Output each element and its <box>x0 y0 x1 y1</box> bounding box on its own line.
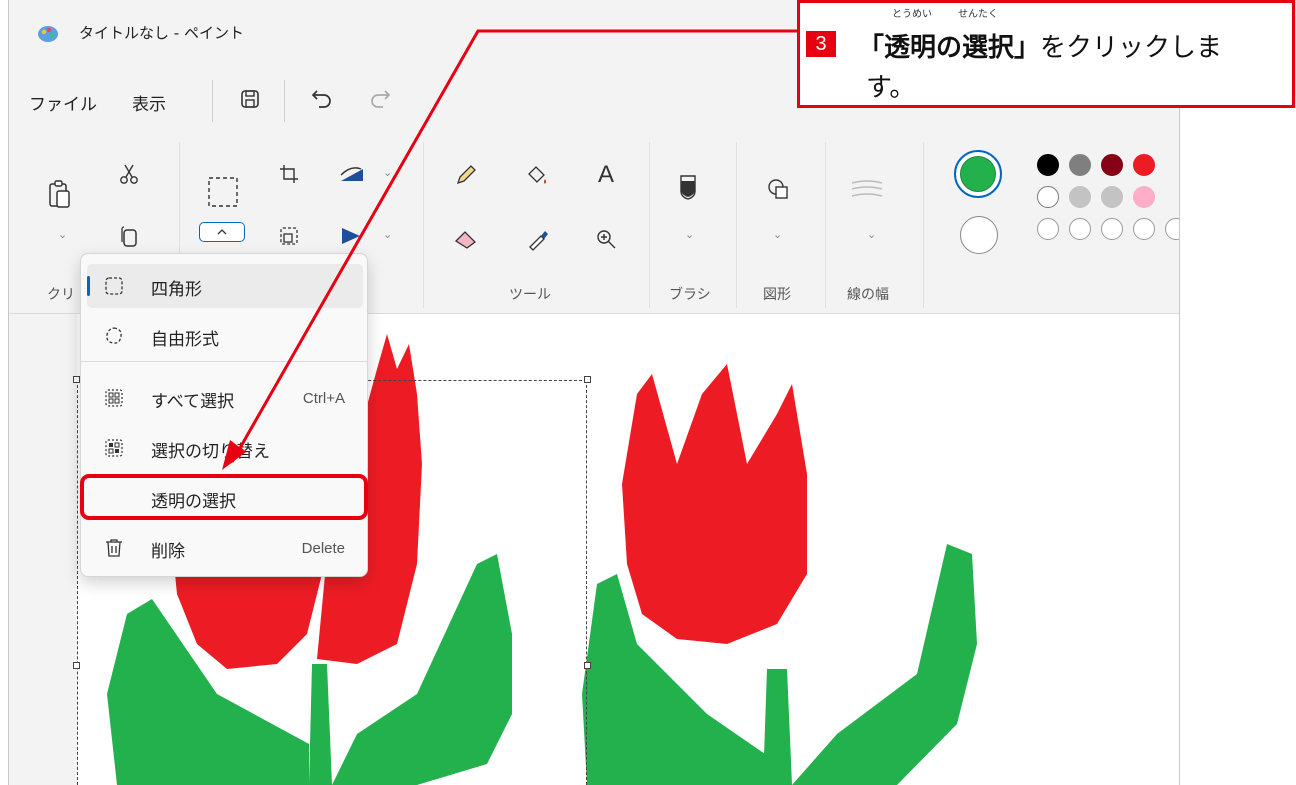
eraser-icon[interactable] <box>451 224 481 254</box>
color-picker-icon[interactable] <box>523 224 553 254</box>
menu-item-rectangle[interactable]: 四角形 <box>87 264 363 308</box>
resize-icon[interactable] <box>275 222 303 250</box>
freeform-select-icon <box>103 325 125 347</box>
rectangle-select-icon <box>103 275 125 297</box>
palette-empty-swatch[interactable] <box>1101 218 1123 240</box>
callout-text-line2: す。 <box>866 73 916 103</box>
shapes-chevron-down-icon[interactable]: ⌄ <box>773 228 782 241</box>
palette-empty-swatch[interactable] <box>1037 218 1059 240</box>
file-menu[interactable]: ファイル <box>29 90 97 115</box>
shapes-group-label: 図形 <box>763 287 791 303</box>
select-dropdown-menu: 四角形 自由形式 すべて選択 Ctrl+A 選択の切り替え 透明の選択 削除 D… <box>80 253 368 577</box>
palette-empty-swatch[interactable] <box>1133 218 1155 240</box>
ruby-reading: とうめい <box>892 9 932 20</box>
save-icon[interactable] <box>233 82 267 116</box>
menu-item-label: 四角形 <box>151 280 202 300</box>
menu-item-invert-selection[interactable]: 選択の切り替え <box>87 426 363 470</box>
tools-group-label: ツール <box>509 287 551 303</box>
menu-item-shortcut: Ctrl+A <box>302 390 345 407</box>
menu-divider <box>212 80 213 122</box>
menu-item-freeform[interactable]: 自由形式 <box>87 314 363 358</box>
palette-color-swatch[interactable] <box>1133 186 1155 208</box>
size-group-label: 線の幅 <box>847 287 889 303</box>
clipboard-group-label: クリ <box>47 287 75 303</box>
magnifier-icon[interactable] <box>591 224 621 254</box>
palette-color-swatch[interactable] <box>1101 154 1123 176</box>
copy-icon[interactable] <box>117 224 143 250</box>
palette-color-swatch[interactable] <box>1069 186 1091 208</box>
palette-color-swatch[interactable] <box>1133 154 1155 176</box>
rotate-chevron-down-icon[interactable]: ⌄ <box>383 166 392 179</box>
trash-icon <box>103 537 125 559</box>
ribbon-divider <box>423 142 424 308</box>
select-dropdown-button[interactable] <box>199 222 245 242</box>
instruction-callout: 3 とうめい せんたく 「透明の選択」をクリックしま す。 <box>797 0 1295 108</box>
highlight-box <box>80 474 368 520</box>
text-tool-icon[interactable]: A <box>591 160 621 190</box>
ruby-reading: せんたく <box>958 9 998 20</box>
brush-group-label: ブラシ <box>669 287 711 303</box>
menu-item-label: 自由形式 <box>151 330 219 350</box>
brush-icon[interactable] <box>673 170 703 204</box>
menu-item-label: すべて選択 <box>151 392 235 412</box>
palette-color-swatch[interactable] <box>1101 186 1123 208</box>
crop-icon[interactable] <box>275 160 303 188</box>
fill-bucket-icon[interactable] <box>521 160 553 190</box>
flip-icon[interactable] <box>335 222 369 250</box>
brush-chevron-down-icon[interactable]: ⌄ <box>685 228 694 241</box>
menu-item-shortcut: Delete <box>301 540 345 557</box>
select-all-icon <box>103 387 125 409</box>
callout-text-line1: 「透明の選択」をクリックしま <box>858 27 1222 64</box>
window-title: タイトルなし - ペイント <box>79 24 244 42</box>
paste-chevron-down-icon[interactable]: ⌄ <box>58 228 67 241</box>
selection-handle[interactable] <box>584 662 591 669</box>
callout-rest: をクリックしま <box>1040 33 1223 63</box>
view-menu[interactable]: 表示 <box>132 90 166 115</box>
palette-color-swatch[interactable] <box>1037 186 1059 208</box>
palette-empty-swatch[interactable] <box>1069 218 1091 240</box>
secondary-color-swatch[interactable] <box>960 216 998 254</box>
close-bracket: 」 <box>1014 33 1041 63</box>
palette-color-swatch[interactable] <box>1069 154 1091 176</box>
flip-chevron-down-icon[interactable]: ⌄ <box>383 228 392 241</box>
step-number-badge: 3 <box>806 31 836 57</box>
paint-app-icon <box>38 26 58 42</box>
stroke-size-icon[interactable] <box>849 176 885 204</box>
primary-color-swatch <box>960 156 996 192</box>
paste-icon[interactable] <box>45 174 75 214</box>
size-chevron-down-icon[interactable]: ⌄ <box>867 228 876 241</box>
menu-item-label: 削除 <box>151 542 185 562</box>
ribbon-divider <box>825 142 826 308</box>
undo-icon[interactable] <box>305 82 339 116</box>
rectangle-select-icon[interactable] <box>205 174 241 210</box>
rotate-icon[interactable] <box>335 160 369 188</box>
menu-item-select-all[interactable]: すべて選択 Ctrl+A <box>87 376 363 420</box>
menu-divider <box>81 361 367 362</box>
menu-divider <box>284 80 285 122</box>
shapes-icon[interactable] <box>763 174 793 204</box>
palette-empty-swatch[interactable] <box>1165 218 1179 240</box>
ribbon-divider <box>923 142 924 308</box>
menu-item-delete[interactable]: 削除 Delete <box>87 526 363 570</box>
invert-selection-icon <box>103 437 125 459</box>
primary-color-ring[interactable] <box>954 150 1002 198</box>
ribbon-divider <box>649 142 650 308</box>
ribbon-divider <box>736 142 737 308</box>
selection-handle[interactable] <box>73 662 80 669</box>
callout-emphasis: 透明の選択 <box>884 33 1015 63</box>
cut-icon[interactable] <box>115 160 143 188</box>
redo-icon[interactable] <box>363 82 397 116</box>
open-bracket: 「 <box>858 33 885 63</box>
pencil-icon[interactable] <box>451 160 481 190</box>
palette-color-swatch[interactable] <box>1037 154 1059 176</box>
selection-handle[interactable] <box>73 376 80 383</box>
menu-item-label: 選択の切り替え <box>151 442 270 462</box>
selection-handle[interactable] <box>584 376 591 383</box>
